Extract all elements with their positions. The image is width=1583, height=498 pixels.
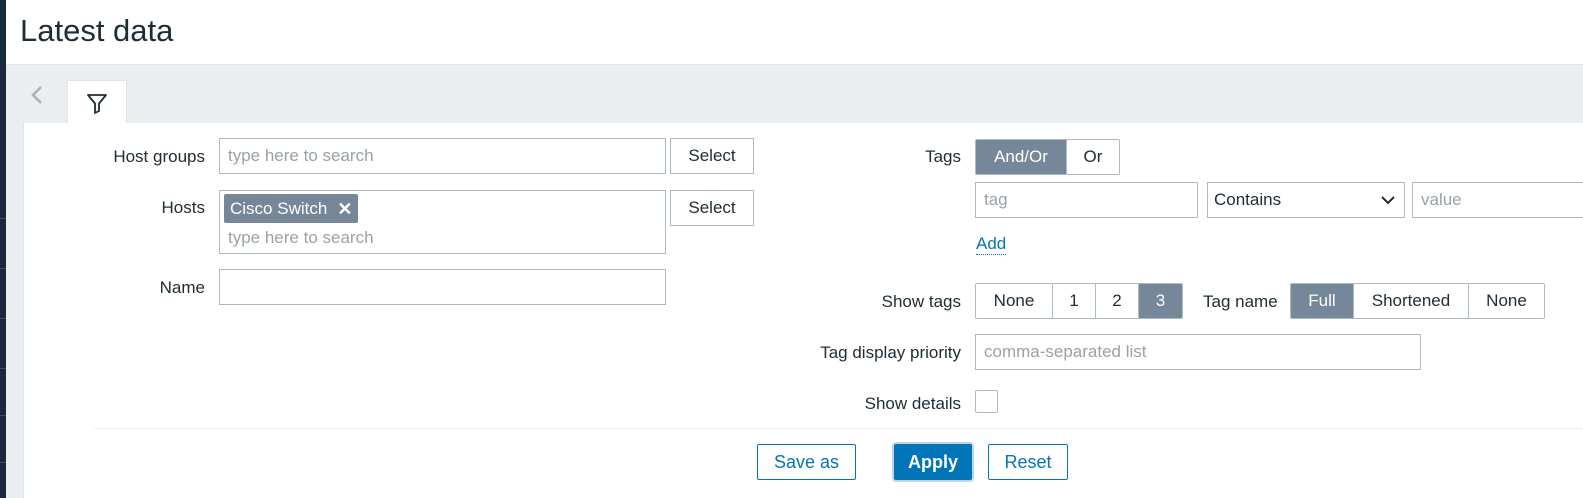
tag-operator-value: Contains — [1214, 190, 1282, 209]
name-input[interactable] — [219, 269, 666, 305]
collapse-filter-button[interactable] — [26, 83, 50, 107]
tab-filter[interactable] — [67, 80, 127, 125]
show-tags-2[interactable]: 2 — [1096, 284, 1139, 318]
show-tags-1[interactable]: 1 — [1053, 284, 1096, 318]
host-groups-select-button[interactable]: Select — [670, 138, 754, 174]
name-label: Name — [159, 278, 205, 297]
tag-operator-select[interactable]: Contains — [1207, 182, 1405, 218]
tags-evaltype-and-or[interactable]: And/Or — [976, 140, 1067, 174]
show-tags-3[interactable]: 3 — [1139, 284, 1182, 318]
show-tags-none[interactable]: None — [976, 284, 1053, 318]
show-details-checkbox[interactable] — [975, 390, 998, 413]
funnel-icon — [87, 94, 107, 114]
tag-name-shortened[interactable]: Shortened — [1354, 284, 1469, 318]
remove-host-icon[interactable]: ✕ — [337, 200, 352, 218]
add-tag-link[interactable]: Add — [976, 234, 1007, 255]
tag-value-input[interactable] — [1412, 182, 1583, 218]
show-tags-toggle: None 1 2 3 — [975, 283, 1183, 319]
reset-button[interactable]: Reset — [988, 444, 1068, 480]
tags-evaltype-toggle: And/Or Or — [975, 139, 1120, 175]
host-groups-input[interactable] — [219, 138, 666, 174]
save-as-button[interactable]: Save as — [757, 444, 856, 480]
hosts-label: Hosts — [161, 198, 205, 217]
page-title: Latest data — [20, 13, 174, 48]
tags-label: Tags — [925, 147, 961, 166]
tag-display-priority-label: Tag display priority — [820, 343, 961, 362]
tag-name-label: Tag name — [1203, 292, 1278, 311]
hosts-select-button[interactable]: Select — [670, 190, 754, 226]
tag-name-none[interactable]: None — [1469, 284, 1544, 318]
tag-name-full[interactable]: Full — [1291, 284, 1354, 318]
chevron-left-icon — [31, 86, 42, 104]
host-chip-label: Cisco Switch — [230, 198, 328, 218]
tag-name-input[interactable] — [975, 182, 1198, 218]
show-details-label: Show details — [864, 394, 961, 413]
apply-button[interactable]: Apply — [894, 444, 972, 480]
hosts-search-input[interactable] — [228, 226, 648, 250]
host-chip: Cisco Switch ✕ — [224, 194, 359, 223]
tag-display-priority-input[interactable] — [975, 334, 1421, 370]
show-tags-label: Show tags — [881, 292, 961, 311]
filter-panel: Host groups Select Hosts Cisco Switch ✕ … — [23, 123, 1583, 498]
host-groups-label: Host groups — [113, 147, 205, 166]
filter-tab-strip — [6, 65, 1583, 125]
hosts-multiselect[interactable]: Cisco Switch ✕ — [219, 190, 666, 254]
tags-evaltype-or[interactable]: Or — [1067, 140, 1119, 174]
page-header: Latest data — [6, 0, 1583, 65]
tag-name-toggle: Full Shortened None — [1290, 283, 1545, 319]
chevron-down-icon — [1381, 196, 1395, 205]
filter-divider — [94, 428, 1583, 429]
